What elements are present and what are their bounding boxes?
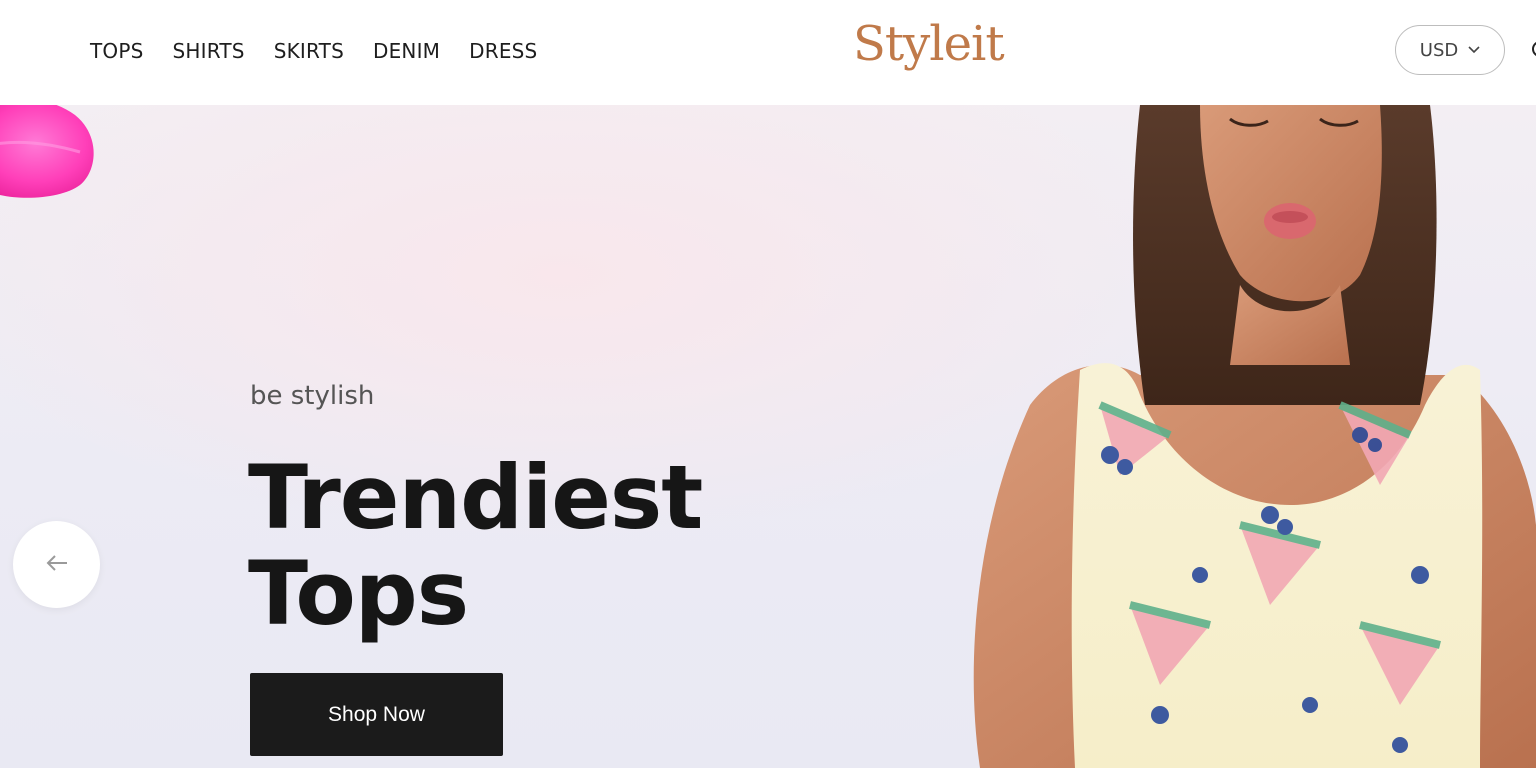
nav-item-tops[interactable]: TOPS (90, 36, 144, 66)
shop-now-button[interactable]: Shop Now (250, 673, 503, 756)
hero-eyebrow: be stylish (250, 381, 375, 411)
currency-value: USD (1419, 39, 1459, 61)
chevron-down-icon (1468, 43, 1480, 57)
site-header: TOPS SHIRTS SKIRTS DENIM DRESS Styleit U… (0, 0, 1536, 105)
hero-headline-line-1: Trendiest (248, 446, 703, 549)
hero-headline-line-2: Tops (248, 542, 469, 645)
carousel-prev-button[interactable] (13, 521, 100, 608)
site-logo[interactable]: Styleit (853, 14, 1005, 74)
hero-model-image (973, 105, 1536, 768)
flower-petal-decoration (0, 105, 94, 198)
main-nav: TOPS SHIRTS SKIRTS DENIM DRESS (90, 36, 537, 66)
nav-item-skirts[interactable]: SKIRTS (274, 36, 344, 66)
nav-item-shirts[interactable]: SHIRTS (173, 36, 245, 66)
nav-item-denim[interactable]: DENIM (373, 36, 440, 66)
hero-banner: be stylish Trendiest Tops Shop Now (0, 105, 1536, 768)
arrow-left-icon (45, 553, 69, 577)
hero-headline: Trendiest Tops (248, 450, 808, 642)
search-icon[interactable] (1530, 38, 1536, 62)
currency-selector[interactable]: USD (1395, 25, 1505, 75)
nav-item-dress[interactable]: DRESS (469, 36, 537, 66)
